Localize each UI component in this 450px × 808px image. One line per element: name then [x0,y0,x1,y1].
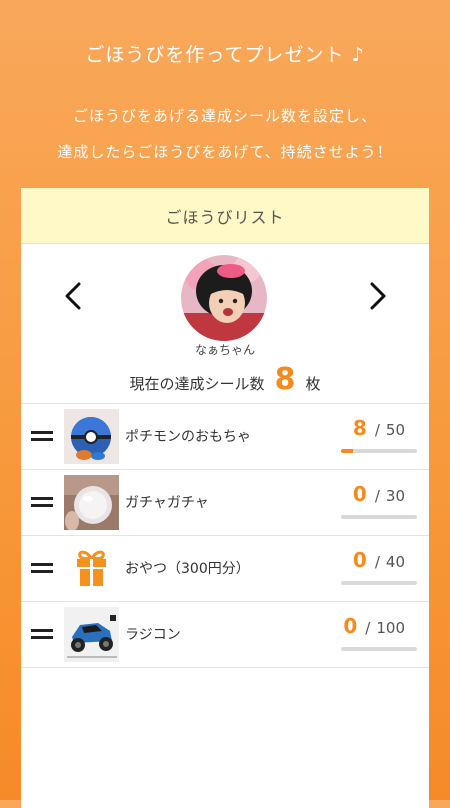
next-child-button[interactable] [363,276,393,316]
drag-handle-icon[interactable] [31,629,53,641]
reward-current: 0 [343,614,358,638]
drag-handle-icon[interactable] [31,431,53,443]
hero-desc-line1: ごほうびをあげる達成シール数を設定し、 [72,107,377,125]
toy-ball-thumbnail [64,409,119,464]
reward-progress-bar [341,581,417,585]
reward-separator: / [374,487,380,505]
reward-current: 0 [352,482,367,506]
reward-row[interactable]: ラジコン 0 / 100 [21,601,429,668]
reward-progress-bar [341,515,417,519]
reward-goal: 50 [385,421,405,439]
reward-progress-text: 8 / 50 [353,416,405,440]
reward-goal: 40 [385,553,405,571]
child-avatar[interactable] [181,255,267,341]
reward-progress-text: 0 / 100 [343,614,405,638]
chevron-right-icon [370,282,386,310]
reward-row[interactable]: おやつ（300円分） 0 / 40 [21,535,429,601]
drag-handle-icon[interactable] [31,497,53,509]
reward-goal: 30 [385,487,405,505]
child-name: なぁちゃん [194,343,255,357]
reward-row[interactable]: ポチモンのおもちゃ 8 / 50 [21,403,429,469]
prev-child-button[interactable] [58,276,88,316]
reward-current: 8 [352,416,367,440]
reward-progress-text: 0 / 40 [353,548,405,572]
reward-name: おやつ（300円分） [125,561,250,577]
capsule-toy-thumbnail [64,475,119,530]
sticker-count-label: 現在の達成シール数 [129,375,265,393]
reward-name: ポチモンのおもちゃ [125,429,251,445]
reward-separator: / [374,553,380,571]
hero-title: ごほうびを作ってプレゼント ♪ [85,44,365,66]
drag-handle-icon[interactable] [31,563,53,575]
reward-progress-bar [341,449,417,453]
reward-name: ラジコン [125,627,181,643]
reward-current: 0 [352,548,367,572]
reward-progress-bar [341,647,417,651]
hero-desc-line2: 達成したらごほうびをあげて、持続させよう！ [57,143,393,161]
rc-car-thumbnail [64,607,119,662]
reward-list-card: ごほうびリスト なぁちゃん 現在の達成シール数 8 枚 ポチモンのおもちゃ 8 … [21,188,429,808]
reward-row[interactable]: ガチャガチャ 0 / 30 [21,469,429,535]
reward-name: ガチャガチャ [125,495,209,511]
reward-separator: / [374,421,380,439]
reward-list-header: ごほうびリスト [21,188,429,244]
child-photo [181,255,267,341]
gift-icon [64,541,119,596]
reward-progress-fill [341,449,354,453]
reward-progress-text: 0 / 30 [353,482,405,506]
reward-goal: 100 [376,619,405,637]
reward-separator: / [365,619,371,637]
reward-list: ポチモンのおもちゃ 8 / 50 ガチャガチャ 0 / 30 おやつ（300円分… [21,403,429,668]
sticker-count-unit: 枚 [305,375,321,393]
sticker-count-value: 8 [274,362,296,397]
sticker-count-row: 現在の達成シール数 8 枚 [21,362,429,397]
chevron-left-icon [65,282,81,310]
hero-description: ごほうびをあげる達成シール数を設定し、 達成したらごほうびをあげて、持続させよう… [0,98,450,170]
